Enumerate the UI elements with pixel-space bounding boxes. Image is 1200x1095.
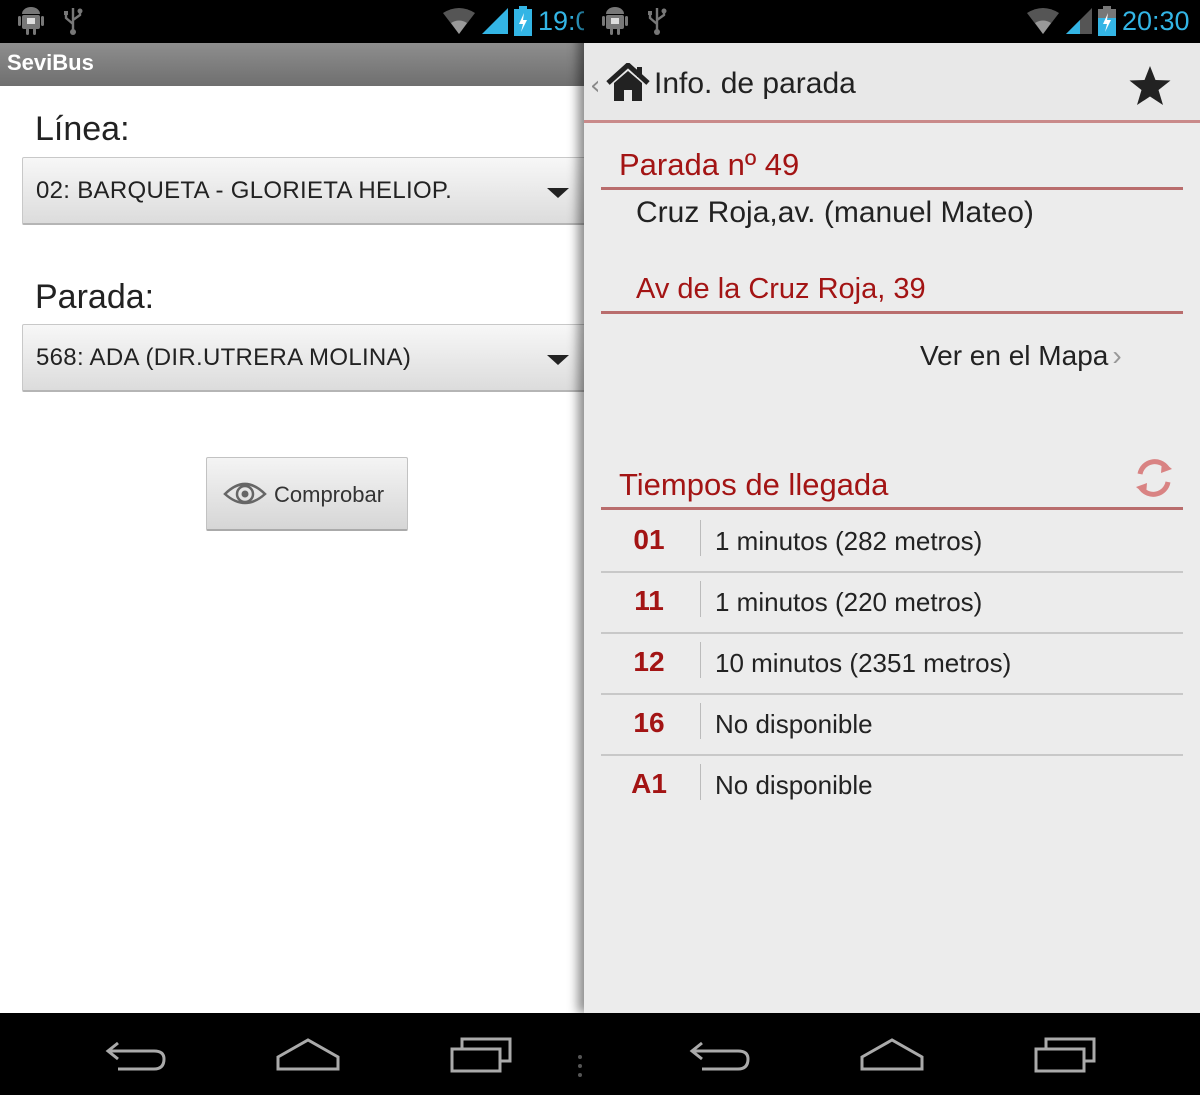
right-screen: 20:30 ‹ Info. de parada Parada nº 49 Cru… <box>584 0 1200 1013</box>
action-bar: ‹ Info. de parada <box>584 43 1200 123</box>
back-icon[interactable] <box>104 1035 168 1075</box>
signal-icon <box>482 8 508 34</box>
dropdown-arrow-icon <box>547 355 569 365</box>
star-icon[interactable] <box>1128 65 1172 107</box>
status-clock: 20:30 <box>1122 6 1190 36</box>
linea-label: Línea: <box>35 110 130 148</box>
android-icon <box>18 7 44 35</box>
arrival-row[interactable]: 16 No disponible <box>601 695 1183 756</box>
arrivals-header: Tiempos de llegada <box>619 467 889 502</box>
arrival-time: 1 minutos (220 metros) <box>715 587 983 617</box>
linea-value: 02: BARQUETA - GLORIETA HELIOP. <box>36 177 453 204</box>
arrival-row[interactable]: 11 1 minutos (220 metros) <box>601 573 1183 634</box>
parada-spinner[interactable]: 568: ADA (DIR.UTRERA MOLINA) <box>22 324 584 392</box>
signal-icon <box>1066 8 1092 34</box>
up-chevron-icon[interactable]: ‹ <box>590 71 600 101</box>
left-screen: 19:0 SeviBus Línea: 02: BARQUETA - GLORI… <box>0 0 584 1013</box>
arrival-time: No disponible <box>715 709 873 739</box>
status-bar: 19:0 <box>0 0 584 43</box>
app-title: SeviBus <box>7 50 94 75</box>
recents-icon[interactable] <box>448 1035 514 1075</box>
wifi-icon <box>1027 8 1059 34</box>
arrival-time: No disponible <box>715 770 873 800</box>
row-separator <box>700 642 701 678</box>
recents-icon[interactable] <box>1032 1035 1098 1075</box>
stop-number: Parada nº 49 <box>619 147 800 182</box>
arrival-time: 10 minutos (2351 metros) <box>715 648 1012 678</box>
parada-label: Parada: <box>35 278 155 316</box>
divider <box>601 311 1183 314</box>
navigation-bar <box>0 1013 1200 1095</box>
map-link-label: Ver en el Mapa <box>920 340 1109 371</box>
arrival-line: 11 <box>634 585 664 616</box>
home-nav-icon[interactable] <box>274 1035 342 1075</box>
stop-name: Cruz Roja,av. (manuel Mateo) <box>636 196 1034 229</box>
arrival-line: A1 <box>631 768 667 799</box>
home-nav-icon[interactable] <box>858 1035 926 1075</box>
divider <box>601 507 1183 510</box>
home-icon[interactable] <box>606 63 650 103</box>
status-clock: 19:0 <box>538 6 584 36</box>
wifi-icon <box>443 8 475 34</box>
usb-icon <box>64 8 83 35</box>
arrival-row[interactable]: 01 1 minutos (282 metros) <box>601 512 1183 573</box>
menu-dots-icon[interactable] <box>578 1055 584 1082</box>
arrival-row[interactable]: A1 No disponible <box>601 756 1183 817</box>
parada-value: 568: ADA (DIR.UTRERA MOLINA) <box>36 344 412 371</box>
battery-icon <box>1098 6 1116 36</box>
screen-title: Info. de parada <box>654 67 856 100</box>
map-link[interactable]: Ver en el Mapa › <box>920 340 1122 372</box>
row-separator <box>700 581 701 617</box>
refresh-icon[interactable] <box>1132 456 1176 500</box>
comprobar-button[interactable]: Comprobar <box>206 457 408 531</box>
status-bar: 20:30 <box>584 0 1200 43</box>
row-separator <box>700 520 701 556</box>
comprobar-label: Comprobar <box>274 482 385 507</box>
eye-icon <box>223 482 267 505</box>
back-icon[interactable] <box>688 1035 752 1075</box>
stop-address: Av de la Cruz Roja, 39 <box>636 273 926 305</box>
row-separator <box>700 764 701 800</box>
usb-icon <box>648 8 667 35</box>
arrival-line: 01 <box>633 524 665 555</box>
linea-spinner[interactable]: 02: BARQUETA - GLORIETA HELIOP. <box>22 157 584 225</box>
chevron-right-icon: › <box>1112 340 1122 371</box>
row-separator <box>700 703 701 739</box>
arrival-row[interactable]: 12 10 minutos (2351 metros) <box>601 634 1183 695</box>
dropdown-arrow-icon <box>547 188 569 198</box>
arrival-time: 1 minutos (282 metros) <box>715 526 983 556</box>
android-icon <box>602 7 628 35</box>
battery-icon <box>514 6 532 36</box>
divider <box>601 187 1183 190</box>
arrival-line: 16 <box>633 707 665 738</box>
arrival-line: 12 <box>633 646 665 677</box>
